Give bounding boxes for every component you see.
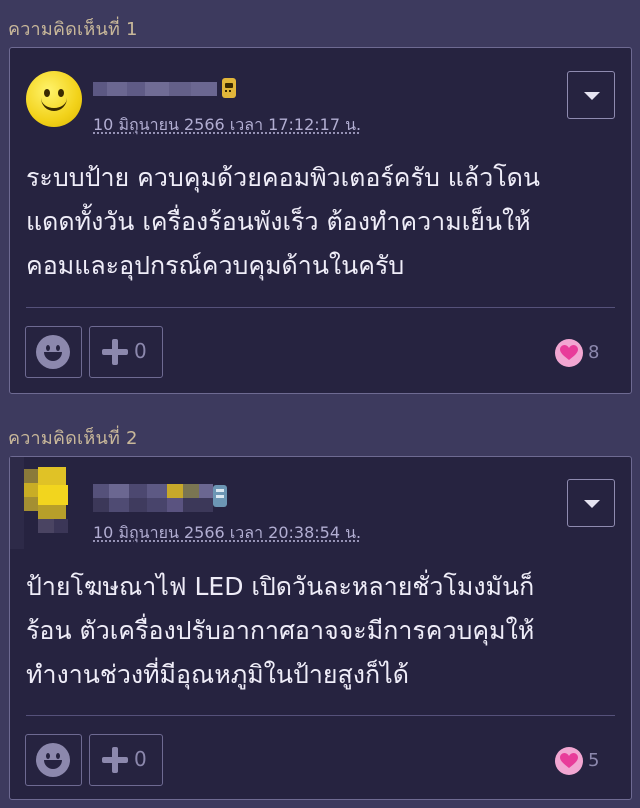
smile-emoji-icon — [36, 743, 70, 777]
username-redacted[interactable] — [93, 82, 217, 96]
comment-heading: ความคิดเห็นที่ 1 — [8, 19, 138, 40]
comment-menu-button[interactable] — [567, 71, 615, 119]
comment-card: 10 มิถุนายน 2566 เวลา 20:38:54 น. ป้ายโฆ… — [9, 456, 632, 800]
comment-timestamp[interactable]: 10 มิถุนายน 2566 เวลา 20:38:54 น. — [93, 521, 361, 546]
heart-icon — [555, 339, 583, 367]
plus-icon — [102, 339, 128, 365]
page: ความคิดเห็นที่ 1 10 มิถุนายน 2566 เวลา 1… — [0, 0, 640, 808]
plus-icon — [102, 747, 128, 773]
walkie-talkie-icon — [222, 78, 236, 98]
username-redacted[interactable] — [93, 484, 213, 498]
chevron-down-icon — [584, 92, 600, 100]
smile-emoji-icon — [36, 335, 70, 369]
comment-body-line: แดดทั้งวัน เครื่องร้อนพังเร็ว ต้องทำความ… — [26, 207, 531, 236]
comment-body-line: ป้ายโฆษณาไฟ LED เปิดวันละหลายชั่วโมงมันก… — [26, 572, 535, 601]
comment-body-line: ร้อน ตัวเครื่องปรับอากาศอาจจะมีการควบคุม… — [26, 616, 535, 645]
comment-body-line: ทำงานช่วงที่มีอุณหภูมิในป้ายสูงก็ได้ — [26, 660, 409, 689]
comment-timestamp[interactable]: 10 มิถุนายน 2566 เวลา 17:12:17 น. — [93, 113, 361, 138]
comment-body: ป้ายโฆษณาไฟ LED เปิดวันละหลายชั่วโมงมันก… — [26, 565, 618, 697]
heart-icon — [555, 747, 583, 775]
heart-reaction[interactable]: 5 — [555, 747, 615, 775]
plus-count: 0 — [134, 339, 147, 363]
comment-body-line: คอมและอุปกรณ์ควบคุมด้านในครับ — [26, 251, 405, 280]
heart-reaction[interactable]: 8 — [555, 339, 615, 367]
comment-menu-button[interactable] — [567, 479, 615, 527]
member-badge-icon — [213, 485, 227, 507]
emoji-reaction-button[interactable] — [25, 734, 82, 786]
smiley-avatar-icon[interactable] — [26, 71, 82, 127]
comment-card: 10 มิถุนายน 2566 เวลา 17:12:17 น. ระบบป้… — [9, 47, 632, 394]
pixelated-avatar-icon[interactable] — [10, 457, 86, 549]
divider — [26, 307, 615, 308]
plus-count: 0 — [134, 747, 147, 771]
plus-vote-button[interactable]: 0 — [89, 734, 163, 786]
plus-vote-button[interactable]: 0 — [89, 326, 163, 378]
heart-count: 8 — [588, 342, 600, 363]
chevron-down-icon — [584, 500, 600, 508]
comment-heading: ความคิดเห็นที่ 2 — [8, 428, 138, 449]
divider — [26, 715, 615, 716]
emoji-reaction-button[interactable] — [25, 326, 82, 378]
comment-body: ระบบป้าย ควบคุมด้วยคอมพิวเตอร์ครับ แล้วโ… — [26, 156, 618, 288]
username-redacted — [93, 498, 213, 512]
heart-count: 5 — [588, 750, 600, 771]
comment-body-line: ระบบป้าย ควบคุมด้วยคอมพิวเตอร์ครับ แล้วโ… — [26, 163, 541, 192]
